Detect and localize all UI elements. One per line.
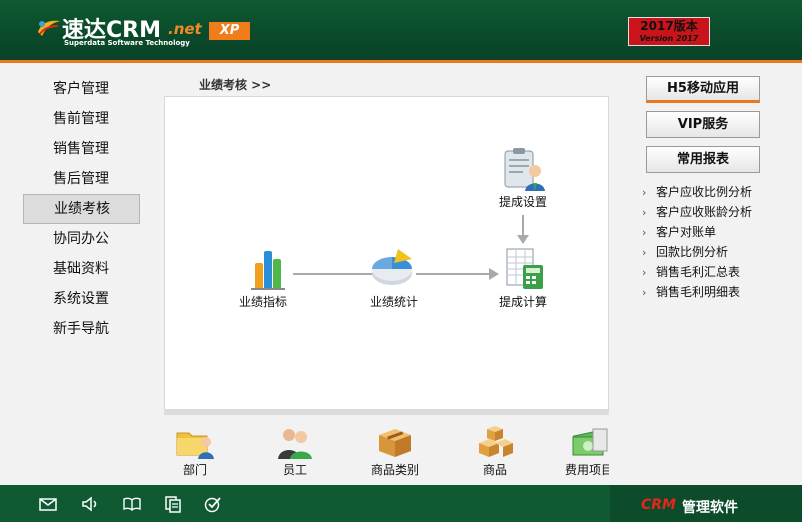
nav-item-sales[interactable]: 销售管理: [23, 134, 140, 164]
flow-node-label: 提成计算: [498, 295, 547, 309]
nav-item-customer[interactable]: 客户管理: [23, 74, 140, 104]
footer: CRM 管理软件: [0, 485, 802, 522]
app-window: 速达CRM .net Superdata Software Technology…: [0, 0, 802, 522]
report-link[interactable]: › 客户应收比例分析: [642, 182, 752, 202]
nav-item-collaboration[interactable]: 协同办公: [23, 224, 140, 254]
report-link-label: 回款比例分析: [656, 245, 729, 259]
flow-node-commission-calculation[interactable]: 提成计算: [483, 247, 563, 310]
box-icon: [379, 429, 411, 457]
book-icon[interactable]: [123, 495, 141, 513]
nav-item-performance[interactable]: 业绩考核: [23, 194, 140, 224]
quick-item-label: 商品类别: [370, 463, 419, 477]
logo-net: .net: [168, 20, 202, 38]
quick-item-label: 商品: [482, 463, 507, 477]
footer-brand: CRM 管理软件: [610, 485, 802, 522]
money-icon: [572, 428, 608, 456]
report-link[interactable]: › 客户对账单: [642, 222, 752, 242]
nav-item-aftersales[interactable]: 售后管理: [23, 164, 140, 194]
flow-panel: 业绩指标 业绩统计 提成设置 提成计算: [164, 96, 609, 410]
mail-icon[interactable]: [39, 495, 57, 513]
check-circle-icon[interactable]: [204, 495, 222, 513]
chevron-right-icon: ›: [642, 286, 647, 299]
quick-access-bar: 部门 员工 商品类别 商品 费用项目: [164, 415, 609, 485]
nav-item-settings[interactable]: 系统设置: [23, 284, 140, 314]
quick-item-expense[interactable]: 费用项目: [554, 425, 609, 478]
report-link-label: 客户对账单: [656, 225, 717, 239]
folder-user-icon: [176, 432, 214, 459]
footer-brand-text: 管理软件: [682, 500, 738, 516]
xp-badge: XP: [209, 22, 250, 40]
version-badge: 2017版本 Version 2017: [628, 17, 710, 46]
report-link[interactable]: › 销售毛利明细表: [642, 282, 752, 302]
quick-item-department[interactable]: 部门: [164, 425, 230, 478]
quick-item-product[interactable]: 商品: [460, 425, 530, 478]
common-reports-button[interactable]: 常用报表: [646, 146, 760, 173]
right-panel: H5移动应用 VIP服务 常用报表: [646, 76, 760, 181]
report-link-label: 客户应收账龄分析: [656, 205, 753, 219]
logo-subtitle: Superdata Software Technology: [64, 39, 190, 47]
report-link-label: 销售毛利汇总表: [656, 265, 741, 279]
flow-connector: [522, 215, 524, 237]
chevron-right-icon: ›: [642, 266, 647, 279]
users-icon: [278, 429, 312, 459]
quick-item-label: 部门: [182, 463, 207, 477]
h5-mobile-button[interactable]: H5移动应用: [646, 76, 760, 103]
copy-icon[interactable]: [164, 495, 182, 513]
report-link-label: 客户应收比例分析: [656, 185, 753, 199]
speaker-icon[interactable]: [81, 495, 99, 513]
logo-mark-icon: [38, 20, 60, 36]
quick-item-label: 员工: [282, 463, 307, 477]
flow-node-performance-stats[interactable]: 业绩统计: [354, 247, 434, 310]
nav-item-presales[interactable]: 售前管理: [23, 104, 140, 134]
breadcrumb: 业绩考核 >>: [199, 78, 272, 92]
bar-chart-icon: [251, 251, 285, 290]
vip-service-button[interactable]: VIP服务: [646, 111, 760, 138]
report-link-label: 销售毛利明细表: [656, 285, 741, 299]
pie-chart-icon: [372, 249, 412, 285]
flow-node-label: 业绩统计: [369, 295, 418, 309]
chevron-right-icon: ›: [642, 206, 647, 219]
footer-brand-crm: CRM: [641, 497, 676, 513]
version-subtitle: Version 2017: [639, 34, 699, 43]
quick-item-label: 费用项目: [564, 463, 609, 477]
boxes-icon: [479, 426, 513, 457]
spreadsheet-calculator-icon: [506, 248, 543, 289]
chevron-right-icon: ›: [642, 226, 647, 239]
arrow-down-icon: [517, 235, 529, 244]
clipboard-user-icon: [504, 148, 545, 191]
version-title: 2017版本: [640, 19, 698, 33]
nav-item-basic-data[interactable]: 基础资料: [23, 254, 140, 284]
chevron-right-icon: ›: [642, 246, 647, 259]
report-list: › 客户应收比例分析 › 客户应收账龄分析 › 客户对账单 › 回款比例分析 › 销售毛利…: [642, 182, 752, 302]
header-accent-bar: [0, 60, 802, 63]
report-link[interactable]: › 销售毛利汇总表: [642, 262, 752, 282]
left-nav: 客户管理 售前管理 销售管理 售后管理 业绩考核 协同办公 基础资料 系统设置 …: [23, 74, 140, 344]
quick-item-product-category[interactable]: 商品类别: [360, 425, 430, 478]
chevron-right-icon: ›: [642, 186, 647, 199]
quick-item-employee[interactable]: 员工: [260, 425, 330, 478]
nav-item-guide[interactable]: 新手导航: [23, 314, 140, 344]
flow-node-commission-settings[interactable]: 提成设置: [483, 147, 563, 210]
flow-node-label: 业绩指标: [238, 295, 287, 309]
report-link[interactable]: › 回款比例分析: [642, 242, 752, 262]
header: 速达CRM .net Superdata Software Technology…: [0, 0, 802, 60]
flow-node-label: 提成设置: [498, 195, 547, 209]
flow-node-performance-target[interactable]: 业绩指标: [223, 247, 303, 310]
report-link[interactable]: › 客户应收账龄分析: [642, 202, 752, 222]
